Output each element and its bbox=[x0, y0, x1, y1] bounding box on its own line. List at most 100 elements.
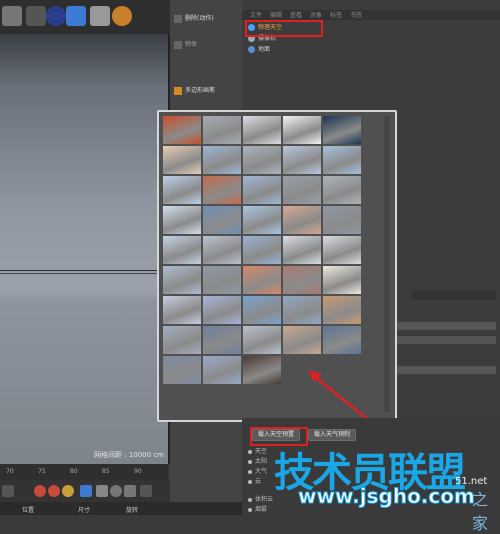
sky-preset-thumbnail[interactable] bbox=[243, 296, 281, 324]
menu-tags[interactable]: 标签 bbox=[330, 12, 342, 19]
object-icon bbox=[174, 40, 182, 49]
position-label: 位置 bbox=[22, 507, 35, 514]
radio-icon bbox=[248, 479, 252, 484]
sky-preset-thumbnail[interactable] bbox=[283, 266, 321, 294]
attribute-field[interactable] bbox=[392, 366, 496, 374]
sky-preset-thumbnail[interactable] bbox=[203, 146, 241, 174]
sphere-primitive-icon[interactable] bbox=[46, 6, 66, 26]
rotation-label: 旋转 bbox=[126, 507, 139, 514]
sky-preset-thumbnail[interactable] bbox=[283, 176, 321, 204]
sky-preset-thumbnail[interactable] bbox=[203, 116, 241, 144]
size-label: 尺寸 bbox=[78, 507, 91, 514]
sky-preset-thumbnail[interactable] bbox=[283, 296, 321, 324]
sky-preset-thumbnail[interactable] bbox=[203, 176, 241, 204]
attribute-tabs bbox=[412, 290, 496, 300]
prop-fog[interactable]: 烟雾 bbox=[248, 506, 267, 514]
sky-preset-thumbnail[interactable] bbox=[163, 296, 201, 324]
sky-preset-thumbnail[interactable] bbox=[203, 266, 241, 294]
grid-icon[interactable] bbox=[140, 485, 152, 497]
attribute-field[interactable] bbox=[392, 336, 496, 344]
sky-preset-thumbnail[interactable] bbox=[243, 266, 281, 294]
menu-edit[interactable]: 编辑 bbox=[270, 12, 282, 19]
menu-bookmarks[interactable]: 书签 bbox=[350, 12, 362, 19]
prop-sky[interactable]: 天空 bbox=[248, 448, 267, 456]
menu-objects[interactable]: 对象 bbox=[310, 12, 322, 19]
sky-preset-thumbnail[interactable] bbox=[243, 356, 281, 384]
sky-preset-thumbnail[interactable] bbox=[203, 356, 241, 384]
record-icon[interactable] bbox=[34, 485, 46, 497]
sky-preset-thumbnail[interactable] bbox=[283, 116, 321, 144]
sky-preset-thumbnail[interactable] bbox=[203, 296, 241, 324]
sky-preset-thumbnail[interactable] bbox=[243, 326, 281, 354]
edit-render-icon[interactable] bbox=[26, 6, 46, 26]
deformer-icon[interactable] bbox=[112, 6, 132, 26]
radio-icon bbox=[248, 449, 252, 454]
sky-preset-thumbnail[interactable] bbox=[323, 206, 361, 234]
scale-icon[interactable] bbox=[96, 485, 108, 497]
prop-clouds[interactable]: 云 bbox=[248, 478, 261, 486]
sky-preset-thumbnail[interactable] bbox=[243, 206, 281, 234]
sky-preset-thumbnail[interactable] bbox=[323, 176, 361, 204]
preset-scrollbar[interactable] bbox=[384, 116, 390, 412]
watermark-cn: 之家 bbox=[472, 490, 489, 533]
prop-atmosphere[interactable]: 大气 bbox=[248, 468, 267, 476]
menu-view[interactable]: 查看 bbox=[290, 12, 302, 19]
object-row-floor[interactable]: 地面 bbox=[248, 45, 270, 55]
prop-sun[interactable]: 太阳 bbox=[248, 458, 267, 466]
sky-preset-thumbnail[interactable] bbox=[243, 146, 281, 174]
sky-preset-thumbnail[interactable] bbox=[203, 236, 241, 264]
go-start-icon[interactable] bbox=[2, 485, 14, 497]
sky-preset-thumbnail[interactable] bbox=[163, 146, 201, 174]
poly-pen-icon bbox=[174, 86, 182, 95]
top-toolbar bbox=[0, 0, 170, 35]
sky-preset-thumbnail[interactable] bbox=[243, 176, 281, 204]
sky-preset-thumbnail[interactable] bbox=[323, 236, 361, 264]
sky-preset-thumbnail[interactable] bbox=[163, 116, 201, 144]
sky-preset-thumbnail[interactable] bbox=[283, 146, 321, 174]
mid-item-poly-pen[interactable]: 多边形画笔 bbox=[174, 86, 238, 96]
sky-preset-thumbnail[interactable] bbox=[283, 326, 321, 354]
radio-icon bbox=[248, 497, 252, 502]
sky-preset-thumbnail[interactable] bbox=[163, 176, 201, 204]
sky-preset-thumbnail[interactable] bbox=[243, 116, 281, 144]
sky-preset-thumbnail[interactable] bbox=[203, 206, 241, 234]
sky-preset-thumbnail[interactable] bbox=[163, 326, 201, 354]
tick-label: 80 bbox=[70, 468, 78, 475]
tick-label: 75 bbox=[38, 468, 46, 475]
mid-item-delete[interactable]: 删除(动作) bbox=[174, 14, 238, 24]
mid-item-object[interactable]: 物体 bbox=[174, 40, 238, 50]
sky-preset-thumbnail[interactable] bbox=[283, 206, 321, 234]
tick-label: 90 bbox=[134, 468, 142, 475]
generator-icon[interactable] bbox=[90, 6, 110, 26]
sky-preset-thumbnail[interactable] bbox=[323, 116, 361, 144]
grid-spacing-label: 网格间距 : 10000 cm bbox=[94, 451, 164, 459]
sky-preset-thumbnail[interactable] bbox=[323, 146, 361, 174]
render-region-icon[interactable] bbox=[2, 6, 22, 26]
sky-preset-thumbnail[interactable] bbox=[163, 356, 201, 384]
sky-preset-thumbnail[interactable] bbox=[163, 206, 201, 234]
3d-viewport[interactable]: 网格间距 : 10000 cm bbox=[0, 34, 170, 464]
physical-sky-icon[interactable] bbox=[66, 6, 86, 26]
param-icon[interactable] bbox=[124, 485, 136, 497]
radio-icon bbox=[248, 459, 252, 464]
horizon-line bbox=[0, 270, 168, 271]
tick-label: 85 bbox=[102, 468, 110, 475]
sky-preset-thumbnail[interactable] bbox=[163, 266, 201, 294]
sky-preset-thumbnail[interactable] bbox=[323, 296, 361, 324]
floor-icon bbox=[248, 46, 255, 53]
autokey-icon[interactable] bbox=[48, 485, 60, 497]
delete-icon bbox=[174, 14, 182, 23]
sky-preset-thumbnail[interactable] bbox=[203, 326, 241, 354]
timeline-ruler[interactable]: 70 75 80 85 90 bbox=[0, 464, 168, 480]
rotate-icon[interactable] bbox=[110, 485, 122, 497]
sky-preset-thumbnail[interactable] bbox=[163, 236, 201, 264]
prop-volumetric-clouds[interactable]: 体积云 bbox=[248, 496, 273, 504]
keyframe-icon[interactable] bbox=[62, 485, 74, 497]
sky-preset-thumbnail[interactable] bbox=[283, 236, 321, 264]
sky-preset-thumbnail[interactable] bbox=[323, 266, 361, 294]
menu-file[interactable]: 文件 bbox=[250, 12, 262, 19]
move-icon[interactable] bbox=[80, 485, 92, 497]
attribute-field[interactable] bbox=[392, 322, 496, 330]
sky-preset-thumbnail[interactable] bbox=[323, 326, 361, 354]
sky-preset-thumbnail[interactable] bbox=[243, 236, 281, 264]
